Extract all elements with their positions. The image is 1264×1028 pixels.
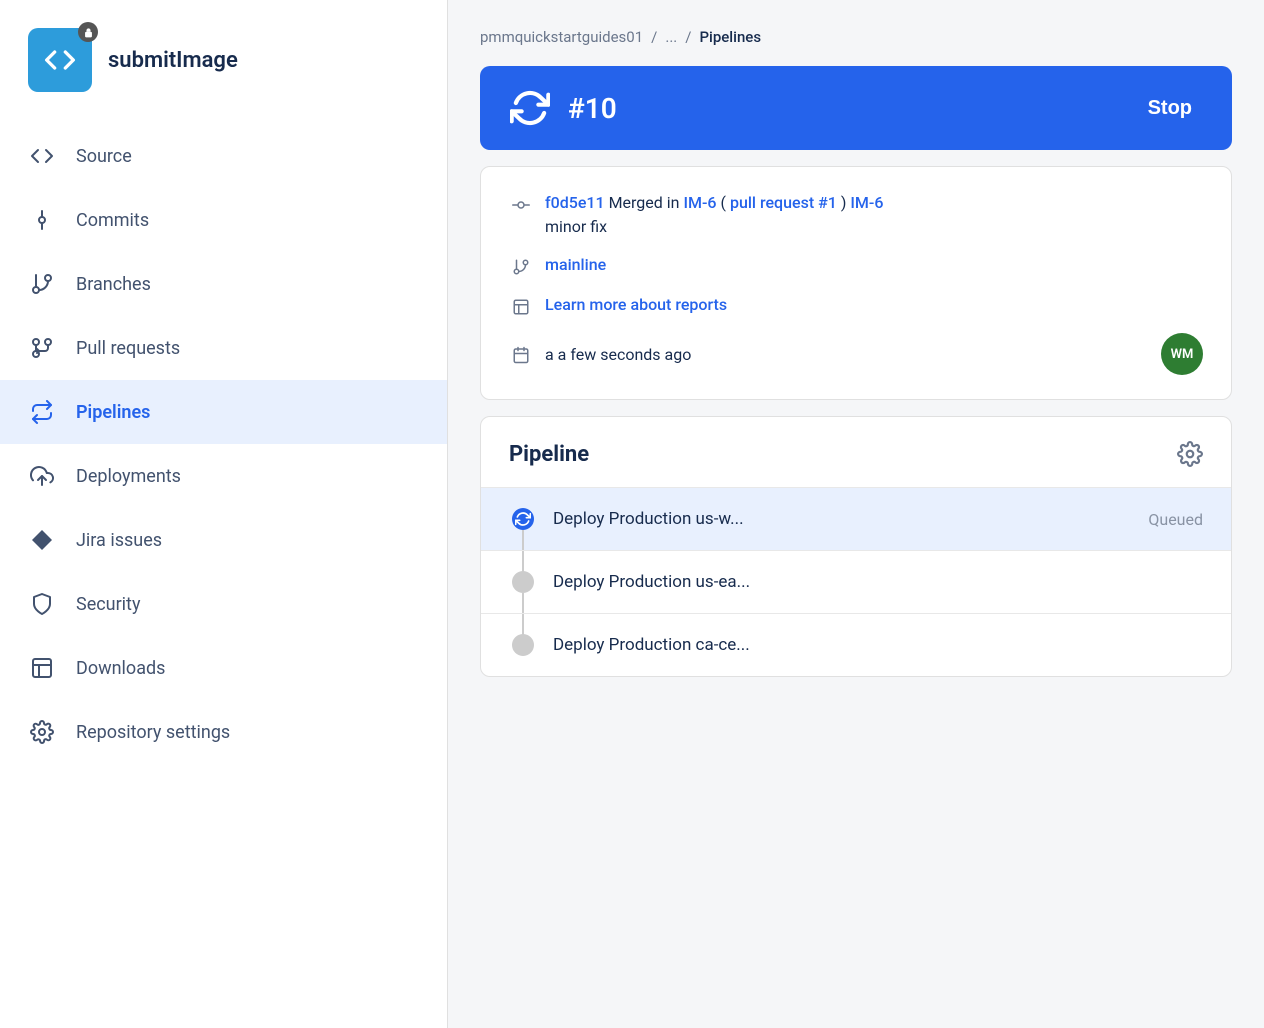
step-dot-pending-2 xyxy=(512,571,534,593)
pipeline-card-header: Pipeline xyxy=(481,441,1231,487)
branch-link[interactable]: mainline xyxy=(545,255,606,274)
jira-icon xyxy=(28,526,56,554)
step-dot-container-1 xyxy=(509,508,537,530)
breadcrumb-sep1: / xyxy=(651,28,657,46)
commits-icon xyxy=(28,206,56,234)
pipeline-steps: Deploy Production us-w... Queued Deploy … xyxy=(481,487,1231,676)
timestamp: a a few seconds ago xyxy=(545,345,691,364)
code-icon xyxy=(44,44,76,76)
sidebar-item-pull-requests-label: Pull requests xyxy=(76,338,180,359)
timestamp-row: a a few seconds ago WM xyxy=(509,333,1203,375)
reports-icon xyxy=(509,295,533,319)
step-3-label: Deploy Production ca-ce... xyxy=(553,635,1187,655)
pipeline-step-3[interactable]: Deploy Production ca-ce... xyxy=(481,613,1231,676)
step-dot-container-3 xyxy=(509,634,537,656)
lock-icon xyxy=(83,27,94,38)
deployments-icon xyxy=(28,462,56,490)
repo-name: submitImage xyxy=(108,48,238,73)
sidebar-item-security[interactable]: Security xyxy=(0,572,447,636)
step-dot-running xyxy=(512,508,534,530)
branch-info: mainline xyxy=(545,253,606,277)
timestamp-icon xyxy=(509,343,533,367)
source-icon xyxy=(28,142,56,170)
pipeline-card-title: Pipeline xyxy=(509,442,589,467)
main-content: pmmquickstartguides01 / ... / Pipelines … xyxy=(448,0,1264,1028)
reports-link[interactable]: Learn more about reports xyxy=(545,295,727,314)
sidebar-nav: Source Commits Branches xyxy=(0,124,447,764)
sidebar-item-commits[interactable]: Commits xyxy=(0,188,447,252)
sidebar-header: submitImage xyxy=(0,0,447,124)
pullrequests-icon xyxy=(28,334,56,362)
branch-row-icon xyxy=(509,255,533,279)
sidebar-item-pipelines-label: Pipelines xyxy=(76,402,150,423)
downloads-icon xyxy=(28,654,56,682)
pipeline-running-icon xyxy=(508,86,552,130)
sidebar: submitImage Source Commits xyxy=(0,0,448,1028)
reports-row: Learn more about reports xyxy=(509,293,1203,319)
commit-icon xyxy=(509,193,533,217)
pipeline-number: #10 xyxy=(568,92,617,125)
branch-row: mainline xyxy=(509,253,1203,279)
sidebar-item-deployments-label: Deployments xyxy=(76,466,181,487)
step-dot-pending-3 xyxy=(512,634,534,656)
sidebar-item-source-label: Source xyxy=(76,146,132,167)
repo-icon xyxy=(28,28,92,92)
repo-settings-icon xyxy=(28,718,56,746)
branch-link2[interactable]: IM-6 xyxy=(850,193,883,212)
commit-info: f0d5e11 Merged in IM-6 ( pull request #1… xyxy=(545,191,883,239)
sidebar-item-jira-issues[interactable]: Jira issues xyxy=(0,508,447,572)
reports-info: Learn more about reports xyxy=(545,293,727,317)
sidebar-item-source[interactable]: Source xyxy=(0,124,447,188)
lock-badge xyxy=(78,22,98,42)
gear-icon xyxy=(1177,441,1203,467)
commit-merged-text: Merged in xyxy=(609,193,684,212)
pipeline-card: Pipeline xyxy=(480,416,1232,677)
sidebar-item-branches[interactable]: Branches xyxy=(0,252,447,316)
step-dot-container-2 xyxy=(509,571,537,593)
pipelines-icon xyxy=(28,398,56,426)
sidebar-item-commits-label: Commits xyxy=(76,210,149,231)
pipeline-header-left: #10 xyxy=(508,86,617,130)
breadcrumb-current: Pipelines xyxy=(699,28,761,46)
sidebar-item-repository-settings-label: Repository settings xyxy=(76,722,230,743)
stop-button[interactable]: Stop xyxy=(1136,91,1204,126)
step-2-label: Deploy Production us-ea... xyxy=(553,572,1187,592)
sidebar-item-pull-requests[interactable]: Pull requests xyxy=(0,316,447,380)
sidebar-item-deployments[interactable]: Deployments xyxy=(0,444,447,508)
avatar: WM xyxy=(1161,333,1203,375)
sidebar-item-jira-issues-label: Jira issues xyxy=(76,530,162,551)
breadcrumb: pmmquickstartguides01 / ... / Pipelines xyxy=(480,28,1232,46)
security-icon xyxy=(28,590,56,618)
breadcrumb-org[interactable]: pmmquickstartguides01 xyxy=(480,28,643,46)
info-card: f0d5e11 Merged in IM-6 ( pull request #1… xyxy=(480,166,1232,400)
pipeline-step-1[interactable]: Deploy Production us-w... Queued xyxy=(481,487,1231,550)
step-1-label: Deploy Production us-w... xyxy=(553,509,1132,529)
commit-hash-link[interactable]: f0d5e11 xyxy=(545,193,605,212)
sidebar-item-pipelines[interactable]: Pipelines xyxy=(0,380,447,444)
branches-icon xyxy=(28,270,56,298)
sidebar-item-downloads-label: Downloads xyxy=(76,658,165,679)
breadcrumb-sep2: / xyxy=(685,28,691,46)
pipeline-settings-button[interactable] xyxy=(1177,441,1203,467)
branch-link1[interactable]: IM-6 xyxy=(683,193,716,212)
pr-paren-open: ( xyxy=(721,193,726,212)
commit-row: f0d5e11 Merged in IM-6 ( pull request #1… xyxy=(509,191,1203,239)
step-1-status: Queued xyxy=(1148,510,1203,529)
sidebar-item-downloads[interactable]: Downloads xyxy=(0,636,447,700)
sidebar-item-repository-settings[interactable]: Repository settings xyxy=(0,700,447,764)
pr-paren-close: ) xyxy=(841,193,847,212)
pipeline-header-card: #10 Stop xyxy=(480,66,1232,150)
pipeline-step-2[interactable]: Deploy Production us-ea... xyxy=(481,550,1231,613)
commit-desc: minor fix xyxy=(545,217,607,236)
sidebar-item-security-label: Security xyxy=(76,594,140,615)
sidebar-item-branches-label: Branches xyxy=(76,274,151,295)
pr-link[interactable]: pull request #1 xyxy=(730,193,837,212)
breadcrumb-ellipsis: ... xyxy=(665,28,677,46)
